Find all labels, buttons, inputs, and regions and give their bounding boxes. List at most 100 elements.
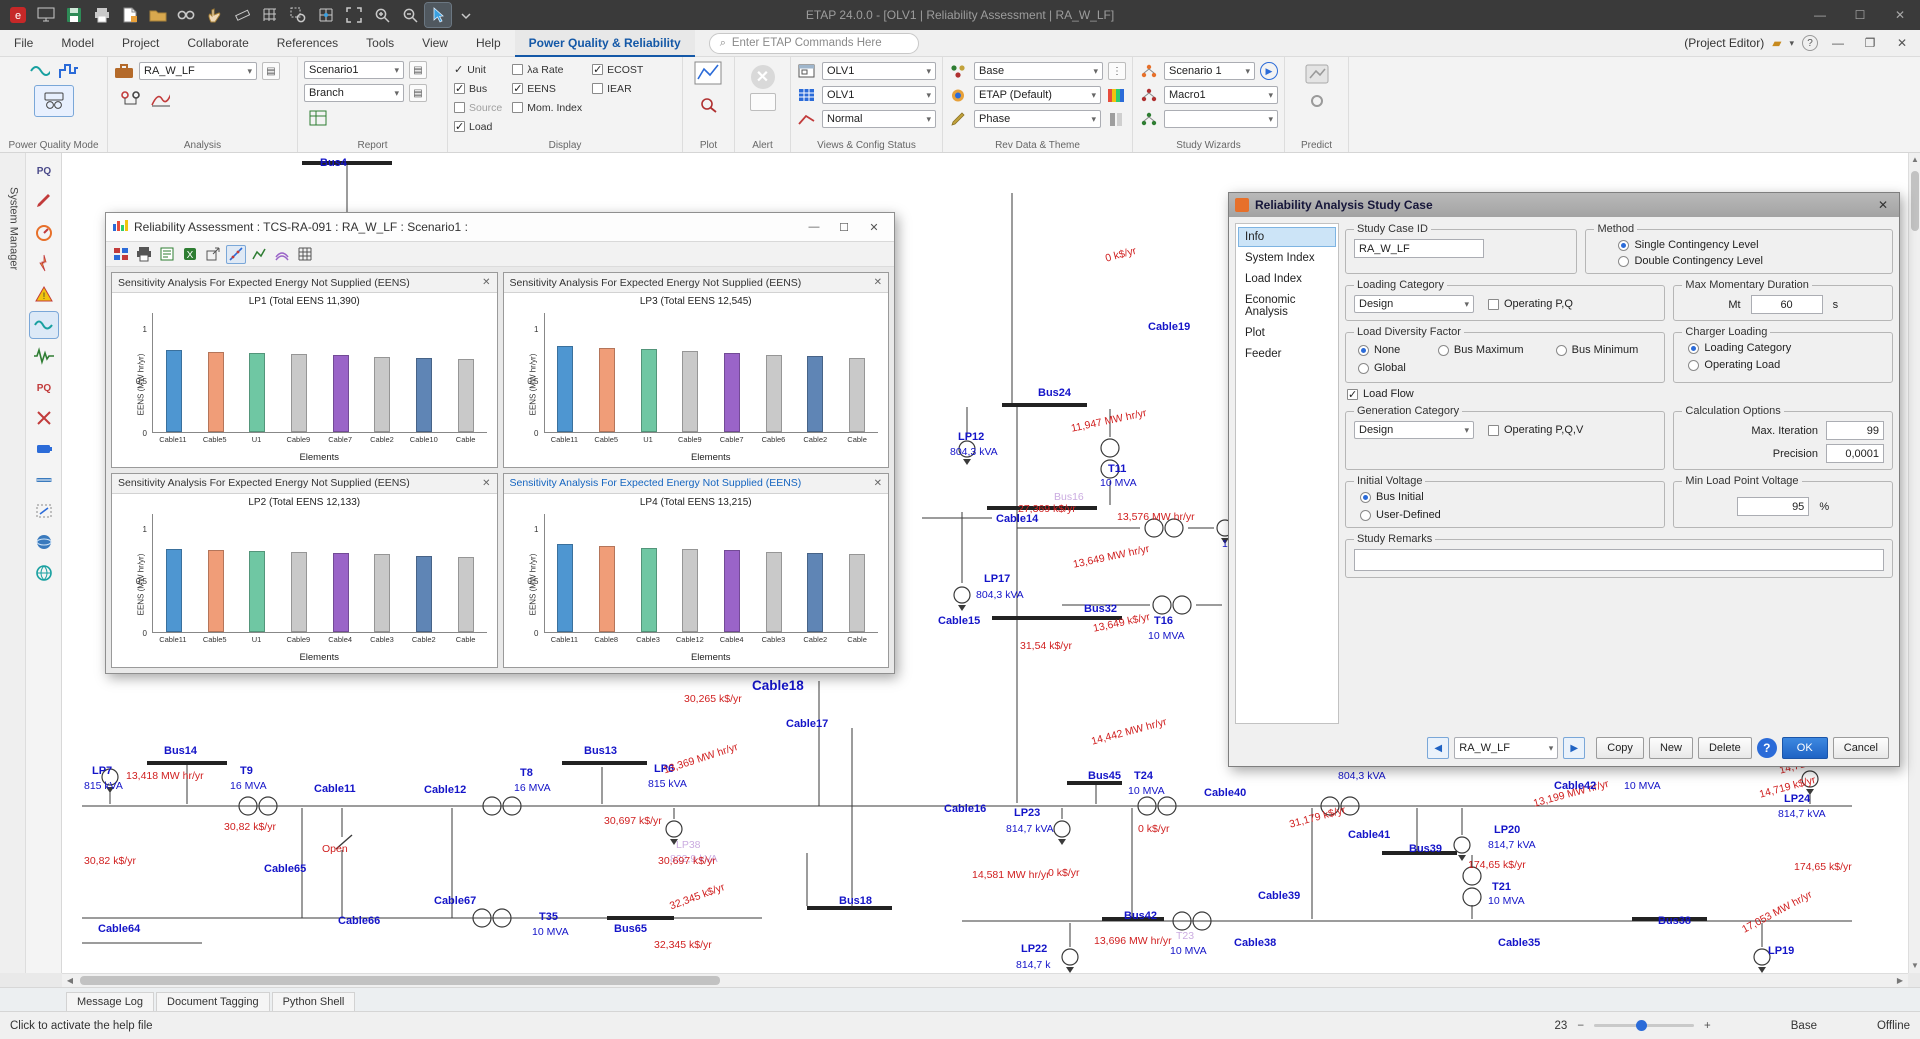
scroll-down-icon[interactable]: ▼ xyxy=(1909,959,1920,973)
mdi-restore-button[interactable]: ❐ xyxy=(1858,36,1882,50)
cable-icon[interactable] xyxy=(30,467,58,493)
study-case-dropdown[interactable]: RA_W_LF▾ xyxy=(139,62,257,80)
menu-item-file[interactable]: File xyxy=(0,30,47,57)
dialog-nav-info[interactable]: Info xyxy=(1238,227,1336,247)
ok-button[interactable]: OK xyxy=(1782,737,1828,759)
dialog-nav-load-index[interactable]: Load Index xyxy=(1238,269,1336,289)
presentation-dropd[interactable]: OLV1▾ xyxy=(822,86,936,104)
hazard-icon[interactable]: ! xyxy=(30,281,58,307)
pq-bars-icon[interactable] xyxy=(58,61,78,81)
toolbar-options-icon[interactable] xyxy=(453,3,479,27)
load-diversity-option-bus-maximum[interactable]: Bus Maximum xyxy=(1438,344,1542,356)
theme-dropdown[interactable]: ETAP (Default)▾ xyxy=(974,86,1101,104)
initial-voltage-option-bus-initial[interactable]: Bus Initial xyxy=(1360,491,1656,503)
min-load-voltage-input[interactable]: 95 xyxy=(1737,497,1809,516)
band-plot-icon[interactable] xyxy=(272,245,292,264)
predict-settings-icon[interactable] xyxy=(1308,94,1326,113)
bottom-tab-document-tagging[interactable]: Document Tagging xyxy=(156,992,270,1011)
study-case-selector[interactable]: RA_W_LF▾ xyxy=(1454,737,1558,759)
method-option-single-contingency-level[interactable]: Single Contingency Level xyxy=(1618,239,1884,251)
chart-window-maximize-icon[interactable]: ☐ xyxy=(830,216,858,238)
sequence-dropdown[interactable]: ▾ xyxy=(1164,110,1278,128)
mdi-minimize-button[interactable]: — xyxy=(1826,36,1850,50)
operating-pqv-checkbox[interactable]: Operating P,Q,V xyxy=(1488,424,1583,436)
alert-view-button[interactable] xyxy=(750,93,776,111)
vertical-scroll-thumb[interactable] xyxy=(1911,171,1919,231)
report-manager-icon[interactable] xyxy=(157,245,177,264)
operating-pq-checkbox[interactable]: Operating P,Q xyxy=(1488,298,1573,310)
copy-button[interactable]: Copy xyxy=(1596,737,1644,759)
chart-panel-close-icon[interactable]: ✕ xyxy=(482,277,490,288)
generation-category-dropdown[interactable]: Design▾ xyxy=(1354,421,1474,439)
report-scenario-button[interactable]: ▤ xyxy=(409,61,427,79)
vertical-scrollbar[interactable]: ▲ ▼ xyxy=(1908,153,1920,973)
power-quality-mode-tool[interactable] xyxy=(34,85,74,117)
excel-icon[interactable]: X xyxy=(180,245,200,264)
battery-icon[interactable] xyxy=(30,436,58,462)
load-diversity-option-bus-minimum[interactable]: Bus Minimum xyxy=(1556,344,1657,356)
horizontal-scrollbar[interactable]: ◀ ▶ xyxy=(62,973,1908,987)
save-icon[interactable] xyxy=(61,3,87,27)
chart-panel-close-icon[interactable]: ✕ xyxy=(874,478,882,489)
line-plot-icon[interactable] xyxy=(249,245,269,264)
predict-icon[interactable] xyxy=(1304,63,1330,90)
globe-icon[interactable] xyxy=(30,560,58,586)
macro-dropdown[interactable]: Macro1▾ xyxy=(1164,86,1278,104)
delete-button[interactable]: Delete xyxy=(1698,737,1752,759)
display-check-unit[interactable]: ✓Unit xyxy=(454,61,502,78)
display-check-bus[interactable]: Bus xyxy=(454,80,502,97)
menu-item-help[interactable]: Help xyxy=(462,30,515,57)
menu-item-references[interactable]: References xyxy=(263,30,352,57)
prev-study-case-button[interactable]: ◀ xyxy=(1427,737,1449,759)
study-case-id-input[interactable]: RA_W_LF xyxy=(1354,239,1484,258)
max-momentary-input[interactable]: 60 xyxy=(1751,295,1823,314)
dialog-nav-plot[interactable]: Plot xyxy=(1238,323,1336,343)
scroll-right-icon[interactable]: ▶ xyxy=(1892,974,1908,988)
display-check-mom-index[interactable]: Mom. Index xyxy=(512,99,582,116)
olv-view-dropdown[interactable]: OLV1▾ xyxy=(822,62,936,80)
waveform-icon[interactable] xyxy=(30,343,58,369)
command-search[interactable]: ⌕ Enter ETAP Commands Here xyxy=(709,33,919,54)
reliability-assessment-window[interactable]: Reliability Assessment : TCS-RA-091 : RA… xyxy=(105,212,895,674)
chart-window-close-icon[interactable]: ✕ xyxy=(860,216,888,238)
menu-item-project[interactable]: Project xyxy=(108,30,173,57)
plot-icon[interactable] xyxy=(694,61,724,94)
method-option-double-contingency-level[interactable]: Double Contingency Level xyxy=(1618,255,1884,267)
zoom-out-icon[interactable] xyxy=(397,3,423,27)
zoom-slider-knob[interactable] xyxy=(1636,1020,1647,1031)
wizard-scenario-dropdown[interactable]: Scenario 1▾ xyxy=(1164,62,1255,80)
alert-icon[interactable]: ✕ xyxy=(751,65,775,89)
rainbow-theme-icon[interactable] xyxy=(1106,85,1126,105)
pq-wave-icon[interactable] xyxy=(30,61,50,81)
dialog-titlebar[interactable]: Reliability Analysis Study Case ✕ xyxy=(1229,193,1899,217)
max-iteration-input[interactable]: 99 xyxy=(1826,421,1884,440)
chevron-down-icon[interactable]: ▾ xyxy=(1789,38,1794,49)
phase-dropdown[interactable]: Phase▾ xyxy=(974,110,1101,128)
menu-item-model[interactable]: Model xyxy=(47,30,108,57)
new-file-icon[interactable] xyxy=(117,3,143,27)
chart-panel-close-icon[interactable]: ✕ xyxy=(874,277,882,288)
export-icon[interactable] xyxy=(203,245,223,264)
dialog-nav-system-index[interactable]: System Index xyxy=(1238,248,1336,268)
pq-tools-icon[interactable]: PQ xyxy=(30,157,58,183)
load-diversity-option-none[interactable]: None xyxy=(1358,344,1424,356)
reliability-cut-icon[interactable] xyxy=(30,405,58,431)
dialog-close-icon[interactable]: ✕ xyxy=(1873,198,1893,212)
charger-loading-option-loading-category[interactable]: Loading Category xyxy=(1688,342,1884,354)
views-icon[interactable] xyxy=(111,245,131,264)
display-check-ecost[interactable]: ECOST xyxy=(592,61,643,78)
maximize-button[interactable]: ☐ xyxy=(1840,0,1880,30)
ra-curves-icon[interactable] xyxy=(150,89,170,109)
dialog-help-button[interactable]: ? xyxy=(1757,738,1777,758)
dialog-nav-feeder[interactable]: Feeder xyxy=(1238,344,1336,364)
snap-grid-icon[interactable] xyxy=(313,3,339,27)
gauge-icon[interactable] xyxy=(30,219,58,245)
arc-flash-icon[interactable] xyxy=(30,250,58,276)
study-remarks-input[interactable] xyxy=(1354,549,1884,571)
zoom-window-icon[interactable] xyxy=(285,3,311,27)
menu-item-view[interactable]: View xyxy=(408,30,462,57)
toolbox-icon[interactable] xyxy=(114,61,134,81)
next-study-case-button[interactable]: ▶ xyxy=(1563,737,1585,759)
curve-fit-icon[interactable] xyxy=(226,245,246,264)
display-check-load[interactable]: Load xyxy=(454,118,502,135)
